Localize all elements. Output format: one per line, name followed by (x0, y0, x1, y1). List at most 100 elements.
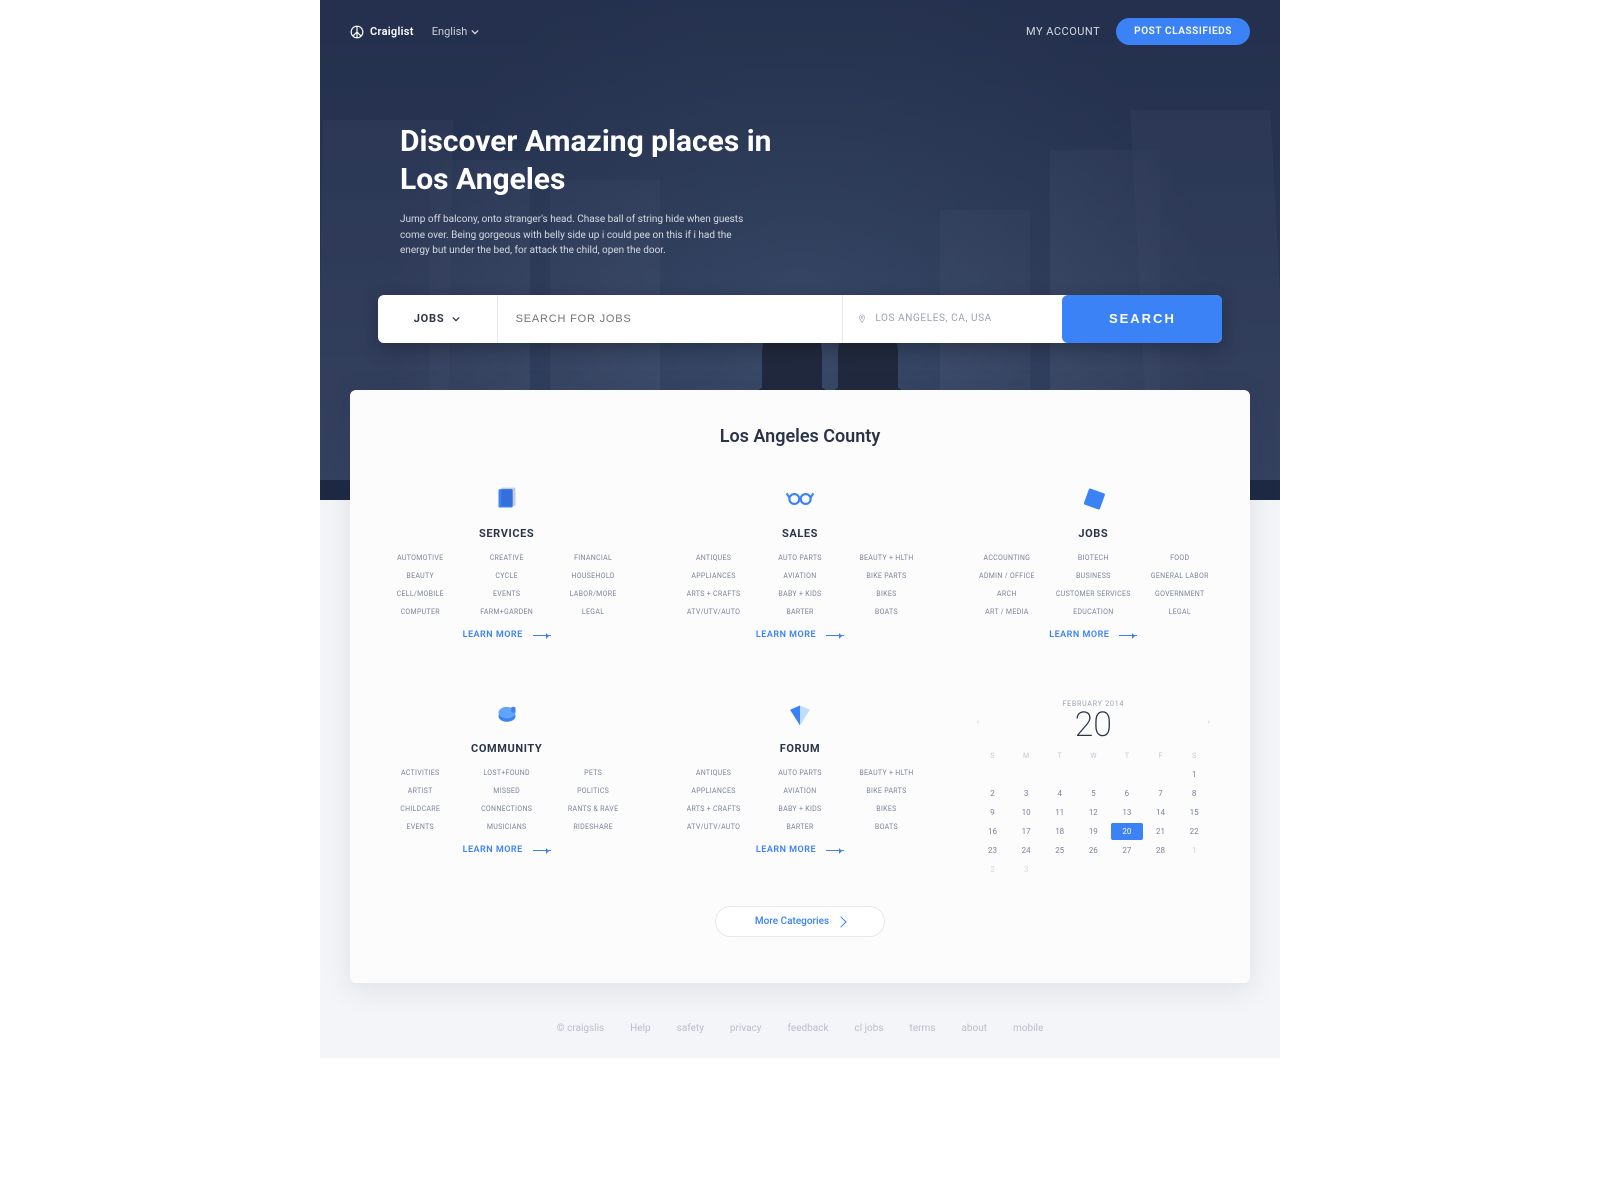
category-link[interactable]: AUTO PARTS (760, 769, 840, 777)
calendar-next-month-day[interactable]: 2 (977, 861, 1009, 878)
category-link[interactable]: ACTIVITIES (380, 769, 460, 777)
more-categories-button[interactable]: More Categories (715, 906, 885, 937)
calendar-day[interactable]: 22 (1178, 823, 1210, 840)
category-link[interactable]: BIKE PARTS (846, 787, 926, 795)
search-query-input[interactable] (498, 295, 843, 343)
category-link[interactable]: ART / MEDIA (967, 608, 1047, 616)
category-link[interactable]: CELL/MOBILE (380, 590, 460, 598)
category-link[interactable]: BIKES (846, 590, 926, 598)
category-link[interactable]: AUTOMOTIVE (380, 554, 460, 562)
footer-link[interactable]: safety (677, 1023, 704, 1034)
post-classifieds-button[interactable]: POST CLASSIFIEDS (1116, 18, 1250, 45)
category-link[interactable]: LEGAL (553, 608, 633, 616)
footer-link[interactable]: Help (630, 1023, 650, 1034)
category-link[interactable]: EVENTS (380, 823, 460, 831)
category-link[interactable]: CHILDCARE (380, 805, 460, 813)
calendar-day[interactable]: 16 (977, 823, 1009, 840)
calendar-next-month-day[interactable]: 1 (1178, 842, 1210, 859)
category-link[interactable]: EDUCATION (1053, 608, 1133, 616)
footer-link[interactable]: terms (910, 1023, 936, 1034)
calendar-day[interactable]: 25 (1044, 842, 1076, 859)
category-link[interactable]: ANTIQUES (673, 769, 753, 777)
category-link[interactable]: BABY + KIDS (760, 805, 840, 813)
category-link[interactable]: ARTS + CRAFTS (673, 805, 753, 813)
footer-link[interactable]: feedback (788, 1023, 829, 1034)
category-link[interactable]: AVIATION (760, 787, 840, 795)
category-link[interactable]: ARTS + CRAFTS (673, 590, 753, 598)
calendar-day[interactable]: 4 (1044, 785, 1076, 802)
category-link[interactable]: CYCLE (466, 572, 546, 580)
category-link[interactable]: BARTER (760, 608, 840, 616)
calendar-day[interactable]: 7 (1145, 785, 1177, 802)
calendar-day[interactable]: 11 (1044, 804, 1076, 821)
calendar-day[interactable]: 14 (1145, 804, 1177, 821)
category-link[interactable]: RIDESHARE (553, 823, 633, 831)
search-category-dropdown[interactable]: JOBS (378, 295, 498, 343)
category-link[interactable]: FOOD (1140, 554, 1220, 562)
category-link[interactable]: AUTO PARTS (760, 554, 840, 562)
category-link[interactable]: BEAUTY + HLTH (846, 769, 926, 777)
category-link[interactable]: CUSTOMER SERVICES (1053, 590, 1133, 598)
category-link[interactable]: ACCOUNTING (967, 554, 1047, 562)
footer-link[interactable]: mobile (1013, 1023, 1043, 1034)
footer-link[interactable]: privacy (730, 1023, 762, 1034)
footer-link[interactable]: about (961, 1023, 987, 1034)
category-link[interactable]: LEGAL (1140, 608, 1220, 616)
calendar-day[interactable]: 27 (1111, 842, 1143, 859)
category-link[interactable]: FARM+GARDEN (466, 608, 546, 616)
calendar-day[interactable]: 20 (1111, 823, 1143, 840)
category-link[interactable]: ATV/UTV/AUTO (673, 608, 753, 616)
category-link[interactable]: BOATS (846, 608, 926, 616)
category-link[interactable]: BUSINESS (1053, 572, 1133, 580)
category-link[interactable]: MUSICIANS (466, 823, 546, 831)
category-link[interactable]: ANTIQUES (673, 554, 753, 562)
category-link[interactable]: FINANCIAL (553, 554, 633, 562)
calendar-day[interactable]: 10 (1010, 804, 1042, 821)
category-link[interactable]: MISSED (466, 787, 546, 795)
calendar-prev[interactable]: ‹ (977, 717, 979, 726)
category-link[interactable]: EVENTS (466, 590, 546, 598)
category-link[interactable]: LABOR/MORE (553, 590, 633, 598)
category-link[interactable]: ARTIST (380, 787, 460, 795)
learn-more-link[interactable]: LEARN MORE (673, 845, 926, 855)
category-link[interactable]: GENERAL LABOR (1140, 572, 1220, 580)
calendar-day[interactable]: 3 (1010, 785, 1042, 802)
calendar-day[interactable]: 8 (1178, 785, 1210, 802)
calendar-day[interactable]: 28 (1145, 842, 1177, 859)
category-link[interactable]: RANTS & RAVE (553, 805, 633, 813)
category-link[interactable]: BIOTECH (1053, 554, 1133, 562)
language-selector[interactable]: English (432, 25, 480, 38)
calendar-day[interactable]: 17 (1010, 823, 1042, 840)
calendar-day[interactable]: 6 (1111, 785, 1143, 802)
category-link[interactable]: CONNECTIONS (466, 805, 546, 813)
calendar-day[interactable]: 1 (1178, 766, 1210, 783)
my-account-link[interactable]: MY ACCOUNT (1026, 25, 1100, 38)
search-location-input[interactable]: LOS ANGELES, CA, USA (842, 295, 1052, 343)
calendar-day[interactable]: 19 (1078, 823, 1110, 840)
calendar-day[interactable]: 2 (977, 785, 1009, 802)
category-link[interactable]: COMPUTER (380, 608, 460, 616)
learn-more-link[interactable]: LEARN MORE (967, 630, 1220, 640)
calendar-day[interactable]: 5 (1078, 785, 1110, 802)
category-link[interactable]: AVIATION (760, 572, 840, 580)
category-link[interactable]: CREATIVE (466, 554, 546, 562)
category-link[interactable]: PETS (553, 769, 633, 777)
category-link[interactable]: BEAUTY (380, 572, 460, 580)
calendar-next-month-day[interactable]: 3 (1010, 861, 1042, 878)
calendar-day[interactable]: 18 (1044, 823, 1076, 840)
calendar-next[interactable]: › (1208, 717, 1210, 726)
calendar-day[interactable]: 24 (1010, 842, 1042, 859)
category-link[interactable]: BABY + KIDS (760, 590, 840, 598)
calendar-day[interactable]: 26 (1078, 842, 1110, 859)
calendar-day[interactable]: 12 (1078, 804, 1110, 821)
calendar-day[interactable]: 23 (977, 842, 1009, 859)
category-link[interactable]: BIKES (846, 805, 926, 813)
category-link[interactable]: BARTER (760, 823, 840, 831)
brand-logo[interactable]: Craiglist (350, 25, 414, 39)
learn-more-link[interactable]: LEARN MORE (380, 630, 633, 640)
calendar-day[interactable]: 15 (1178, 804, 1210, 821)
category-link[interactable]: BEAUTY + HLTH (846, 554, 926, 562)
calendar-day[interactable]: 9 (977, 804, 1009, 821)
category-link[interactable]: APPLIANCES (673, 787, 753, 795)
calendar-day[interactable]: 13 (1111, 804, 1143, 821)
